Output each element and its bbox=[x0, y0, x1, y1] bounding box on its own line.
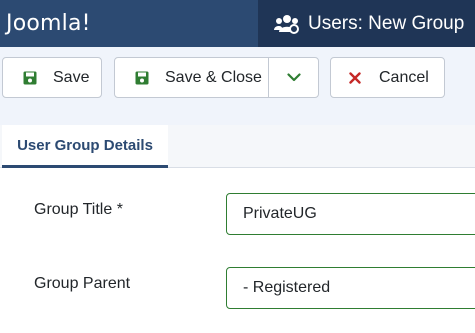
save-options-dropdown[interactable] bbox=[268, 58, 319, 97]
page-title-area: Users: New Group bbox=[258, 0, 475, 47]
save-close-label: Save & Close bbox=[165, 68, 262, 86]
logo-text: Joomla! bbox=[6, 11, 91, 36]
save-icon bbox=[23, 71, 37, 85]
tab-bar: User Group Details bbox=[0, 125, 475, 168]
close-icon bbox=[349, 71, 361, 84]
page-title: Users: New Group bbox=[308, 12, 465, 34]
joomla-logo[interactable]: Joomla! bbox=[0, 0, 91, 47]
cancel-label: Cancel bbox=[379, 68, 429, 86]
save-icon bbox=[135, 71, 149, 85]
group-parent-select[interactable]: - Registered bbox=[226, 267, 475, 309]
chevron-down-icon bbox=[286, 73, 301, 82]
group-title-input[interactable]: PrivateUG bbox=[226, 193, 475, 235]
group-parent-label: Group Parent bbox=[34, 275, 131, 292]
top-header: Joomla! Users: New Group bbox=[0, 0, 475, 47]
toolbar: Save Save & Close Cancel bbox=[0, 47, 475, 109]
save-button[interactable]: Save bbox=[2, 57, 102, 98]
cancel-button[interactable]: Cancel bbox=[330, 57, 445, 98]
save-close-button[interactable]: Save & Close bbox=[114, 57, 319, 98]
save-label: Save bbox=[53, 68, 90, 86]
tab-user-group-details[interactable]: User Group Details bbox=[2, 125, 168, 168]
group-title-label: Group Title * bbox=[34, 201, 123, 218]
users-icon bbox=[274, 14, 299, 34]
